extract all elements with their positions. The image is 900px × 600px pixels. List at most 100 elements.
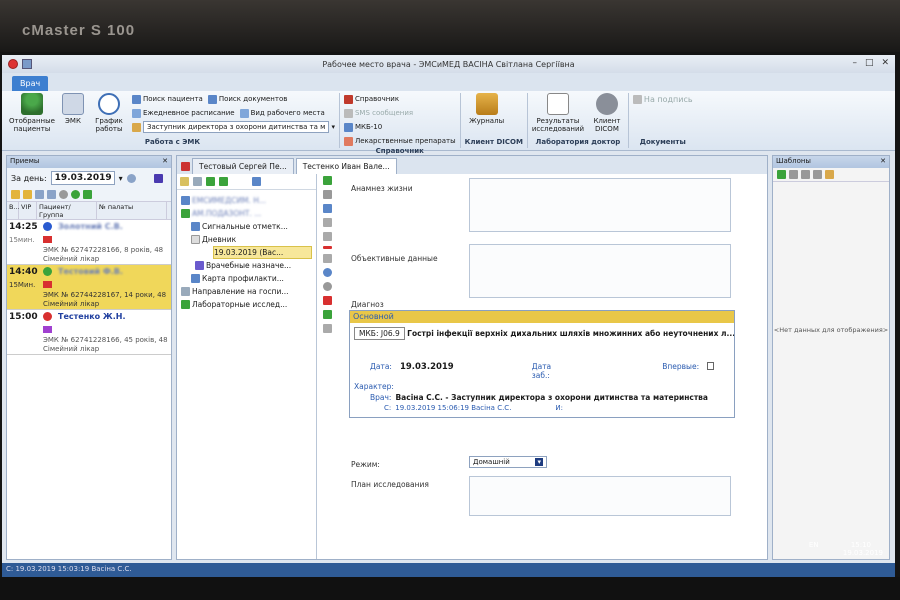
close-tab-icon[interactable] <box>181 162 190 171</box>
emk-document-panel: Тестовый Сергей Пе... Тестенко Иван Вале… <box>176 155 768 560</box>
tree-item[interactable]: Карта профилакти... <box>181 272 312 285</box>
journals-button[interactable]: Журналы <box>465 93 509 138</box>
objective-field[interactable] <box>469 244 731 298</box>
chevron-down-icon: ▾ <box>535 458 543 466</box>
journals-icon <box>475 93 498 115</box>
date-picker[interactable]: 19.03.2019 <box>50 171 115 185</box>
close-panel-icon[interactable]: ✕ <box>880 157 886 167</box>
mode-select[interactable]: Домашній ▾ <box>469 456 547 468</box>
folder-icon[interactable] <box>23 190 32 199</box>
appt-duration: 15мин. <box>9 235 35 244</box>
tree-item-selected[interactable]: 19.03.2019 (Вас... <box>213 246 312 259</box>
copy-icon[interactable] <box>47 190 56 199</box>
calendar-dropdown-icon[interactable]: ▾ <box>119 174 123 183</box>
info-icon[interactable] <box>322 268 332 277</box>
tree-tool-icon[interactable] <box>206 177 215 186</box>
book-icon <box>343 94 353 104</box>
status-dot <box>43 267 52 276</box>
print-icon[interactable] <box>322 232 332 241</box>
mkb-button[interactable]: МКБ-10 <box>343 121 456 133</box>
anamnesis-label: Анамнез жизни <box>351 184 413 193</box>
tree-item[interactable]: Направление на госпи... <box>181 285 312 298</box>
selected-patients-button[interactable]: Отобранные пациенты <box>9 93 55 138</box>
first-time-checkbox[interactable] <box>707 362 714 370</box>
maximize-icon[interactable]: □ <box>865 58 874 68</box>
minimize-icon[interactable]: – <box>852 58 857 68</box>
delete-icon[interactable] <box>322 246 332 249</box>
emk-card-icon <box>62 93 84 115</box>
color-picker-icon[interactable] <box>153 173 163 183</box>
col-head-0[interactable]: В... <box>7 202 20 219</box>
appointment-row-selected[interactable]: 14:40 Тестовий Ф.В. 15Мин. ЭМК № 62744228… <box>7 265 171 310</box>
plan-field[interactable] <box>469 476 731 516</box>
tree-item[interactable]: Сигнальные отметк... <box>181 220 312 233</box>
appointment-row[interactable]: 14:25 Золотний С.В. 15мин. ЭМК № 62747228… <box>7 220 171 265</box>
edit-icon[interactable] <box>322 190 332 199</box>
mkb-code-field[interactable]: МКБ: J06.9 <box>354 327 405 340</box>
save-icon[interactable] <box>322 204 332 213</box>
results-button[interactable]: Результаты исследований <box>532 93 584 138</box>
filter-icon[interactable] <box>801 170 810 179</box>
tab-patient-2[interactable]: Тестенко Иван Вале... <box>295 158 397 174</box>
dicom-client-button[interactable]: Клиент DICOM <box>590 93 624 138</box>
sms-button[interactable]: SMS сообщения <box>343 107 456 119</box>
stop-icon[interactable] <box>59 190 68 199</box>
tree-tool-icon[interactable] <box>252 177 261 186</box>
edit-icon[interactable] <box>789 170 798 179</box>
settings-icon[interactable] <box>322 324 332 333</box>
col-head-vip[interactable]: VIP <box>19 202 37 219</box>
clock-icon[interactable] <box>322 282 332 291</box>
edit-icon[interactable] <box>35 190 44 199</box>
check-icon[interactable] <box>322 310 332 319</box>
drugs-button[interactable]: Лекарственные препараты <box>343 135 456 147</box>
tree-tool-icon[interactable] <box>180 177 189 186</box>
user-icon[interactable] <box>825 170 834 179</box>
appointment-row[interactable]: 15:00 Тестенко Ж.Н. ЭМК № 62741228166, 45… <box>7 310 171 355</box>
empty-message: <Нет данных для отображения> <box>773 326 889 334</box>
anamnesis-field[interactable] <box>469 178 731 232</box>
emk-button[interactable]: ЭМК <box>60 93 86 138</box>
tree-root[interactable]: АМ.ПОДАЗОНТ. ... <box>181 207 312 220</box>
open-icon[interactable] <box>11 190 20 199</box>
position-select[interactable]: Заступник директора з охорони дитинства … <box>143 121 330 133</box>
tree-tool-icon[interactable] <box>193 177 202 186</box>
refresh-icon[interactable] <box>126 173 136 183</box>
tree-item[interactable]: Врачебные назначе... <box>181 259 312 272</box>
work-schedule-button[interactable]: График работы <box>92 93 126 138</box>
tab-patient-1[interactable]: Тестовый Сергей Пе... <box>192 158 294 174</box>
add-icon[interactable] <box>777 170 786 179</box>
sms-icon <box>343 108 353 118</box>
tree-root[interactable]: ЕМСИМЕДСИМ. Н... <box>181 194 312 207</box>
chevron-down-icon[interactable]: ▾ <box>331 123 335 131</box>
copy-icon[interactable] <box>322 218 332 227</box>
col-head-ward[interactable]: № палаты <box>97 202 167 219</box>
tree-tool-icon[interactable] <box>219 177 228 186</box>
patient-search-button[interactable]: Поиск пациента Поиск документов <box>132 93 335 105</box>
col-head-patient[interactable]: Пациент/Группа <box>37 202 97 219</box>
close-icon[interactable]: ✕ <box>881 58 889 68</box>
handbook-button[interactable]: Справочник <box>343 93 456 105</box>
panel-title: Приемы <box>10 157 40 165</box>
add-icon[interactable] <box>83 190 92 199</box>
close-panel-icon[interactable]: ✕ <box>162 157 168 167</box>
tree-item[interactable]: Лабораторные исслед... <box>181 298 312 311</box>
date-label: За день: <box>11 173 47 183</box>
templates-title: Шаблоны <box>776 157 811 165</box>
accept-icon[interactable] <box>71 190 80 199</box>
daily-schedule-button[interactable]: Ежедневное расписание Вид рабочего места <box>132 107 335 119</box>
check-icon[interactable] <box>813 170 822 179</box>
tab-doctor[interactable]: Врач <box>12 76 49 91</box>
group-dicom: Журналы Клиент DICOM <box>461 93 528 148</box>
add-icon[interactable] <box>322 176 332 185</box>
refresh-icon[interactable] <box>322 254 332 263</box>
chart-icon[interactable] <box>322 296 332 305</box>
language-indicator[interactable]: EN <box>809 541 819 549</box>
tree-item[interactable]: Дневник <box>181 233 312 246</box>
window-title: Рабочее место врача - ЭМСиМЕД ВАСІНА Сві… <box>322 59 575 69</box>
sign-button[interactable]: На подпись <box>632 93 693 105</box>
referral-icon <box>181 287 190 296</box>
document-search-button[interactable]: Поиск документов <box>219 95 288 103</box>
appt-info: ЭМК № 62747228166, 8 років, 48 Сімейний … <box>43 246 164 263</box>
workplace-view-button[interactable]: Вид рабочего места <box>251 109 325 117</box>
drugs-icon <box>343 136 353 146</box>
